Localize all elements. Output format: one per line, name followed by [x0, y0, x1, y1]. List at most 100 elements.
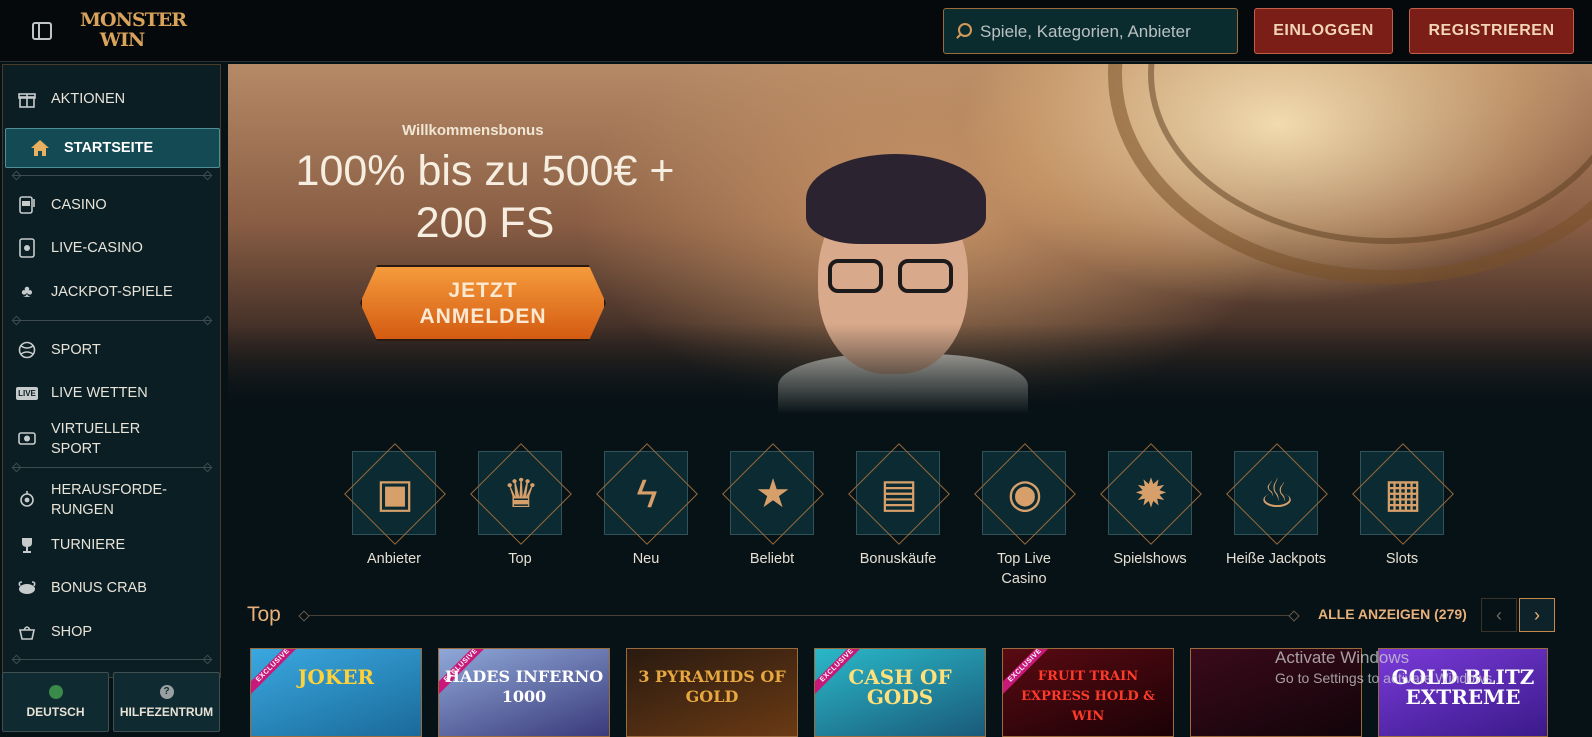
sidebar-item-startseite[interactable]: STARTSEITE — [5, 128, 220, 168]
category-top[interactable]: ♛ Top — [470, 451, 570, 569]
view-all-link[interactable]: ALLE ANZEIGEN (279) — [1318, 606, 1467, 622]
sidebar-divider — [13, 320, 211, 321]
chevron-right-icon: › — [1534, 605, 1540, 625]
lightning-icon: ϟ — [636, 471, 658, 516]
category-label: Slots — [1385, 551, 1419, 567]
sidebar-toggle-icon[interactable] — [32, 22, 52, 40]
sidebar-item-label: LIVE-CASINO — [51, 240, 143, 256]
logo-line1: MONSTER — [80, 9, 187, 31]
category-anbieter[interactable]: ▣ Anbieter — [344, 451, 444, 569]
sidebar-item-label: LIVE WETTEN — [51, 385, 148, 401]
category-heisse-jackpots[interactable]: ♨ Heiße Jackpots — [1226, 451, 1326, 569]
sidebar-divider — [13, 175, 211, 176]
globe-icon — [48, 685, 63, 699]
sidebar-item-label: SHOP — [51, 624, 93, 640]
language-label: DEUTSCH — [26, 705, 85, 719]
crab-icon — [17, 578, 37, 598]
sidebar-item-casino[interactable]: CASINO — [17, 195, 217, 215]
sidebar-item-label: SPORT — [51, 342, 101, 358]
category-beliebt[interactable]: ★ Beliebt — [722, 451, 822, 569]
section-divider — [300, 615, 1298, 616]
carousel-next-button[interactable]: › — [1519, 598, 1555, 632]
game-title: JOKER — [297, 665, 375, 689]
sidebar-item-live-casino[interactable]: LIVE-CASINO — [17, 238, 217, 258]
sidebar-item-label: VIRTUELLER SPORT — [51, 421, 141, 457]
sidebar-item-aktionen[interactable]: AKTIONEN — [17, 89, 217, 109]
chevron-left-icon: ‹ — [1496, 605, 1502, 625]
sidebar-item-label: BONUS CRAB — [51, 580, 147, 596]
sidebar-divider — [13, 467, 211, 468]
sidebar-item-turniere[interactable]: TURNIERE — [17, 535, 217, 555]
flame-icon: ♨ — [1259, 472, 1295, 516]
sidebar-item-bonus-crab[interactable]: BONUS CRAB — [17, 578, 217, 598]
game-title: FRUIT TRAIN EXPRESS HOLD & WIN — [1021, 669, 1155, 724]
slot-machine-icon — [17, 195, 37, 215]
register-now-button[interactable]: JETZT ANMELDEN — [360, 265, 606, 341]
category-top-live-casino[interactable]: ◉ Top Live Casino — [974, 451, 1074, 589]
game-title: HADES INFERNO 1000 — [444, 667, 604, 706]
game-card[interactable]: EXCLUSIVE CASH OF GODS — [814, 648, 986, 737]
book-icon: ▣ — [376, 472, 414, 516]
trophy-icon — [17, 535, 37, 555]
wheel-icon: ✹ — [1134, 472, 1168, 516]
ball-icon — [17, 340, 37, 360]
gift-box-icon: ▤ — [880, 472, 918, 516]
cta-line1: JETZT — [448, 279, 518, 302]
sidebar: AKTIONEN STARTSEITE CASINO LIVE-CASINO ♣… — [2, 64, 221, 678]
sidebar-item-label: AKTIONEN — [51, 91, 126, 107]
category-spielshows[interactable]: ✹ Spielshows — [1100, 451, 1200, 569]
category-slots[interactable]: ▦ Slots — [1352, 451, 1452, 569]
logo-line2: WIN — [99, 29, 146, 51]
category-label: Beliebt — [749, 551, 795, 567]
sidebar-item-label: TURNIERE — [51, 537, 126, 553]
slot-icon: ▦ — [1384, 472, 1422, 516]
crown-icon: ♛ — [503, 472, 539, 516]
search-box[interactable] — [943, 8, 1238, 54]
language-button[interactable]: DEUTSCH — [2, 672, 109, 732]
category-neu[interactable]: ϟ Neu — [596, 451, 696, 569]
section-title: Top — [247, 603, 281, 626]
game-card[interactable]: EXCLUSIVE FRUIT TRAIN EXPRESS HOLD & WIN — [1002, 648, 1174, 737]
search-input[interactable] — [980, 21, 1230, 43]
game-card[interactable]: 3 PYRAMIDS OF GOLD — [626, 648, 798, 737]
help-label: HILFEZENTRUM — [119, 705, 214, 719]
category-label: Neu — [632, 551, 660, 567]
promo-title: 100% bis zu 500€ + 200 FS — [295, 147, 675, 247]
live-badge: LIVE — [16, 386, 38, 400]
virtual-sport-icon — [17, 429, 37, 449]
chip-icon: ◉ — [1007, 472, 1043, 516]
watermark-line1: Activate Windows — [1275, 648, 1410, 667]
carousel-prev-button[interactable]: ‹ — [1481, 598, 1517, 632]
challenge-icon — [17, 490, 37, 510]
sidebar-item-shop[interactable]: SHOP — [17, 622, 217, 642]
help-icon: ? — [159, 685, 174, 699]
category-bonuskaeufe[interactable]: ▤ Bonuskäufe — [848, 451, 948, 569]
gift-icon — [17, 89, 37, 109]
live-icon: LIVE — [16, 383, 38, 403]
sidebar-item-jackpot-spiele[interactable]: ♣ JACKPOT-SPIELE — [17, 282, 217, 302]
cards-icon — [17, 238, 37, 258]
sidebar-item-label: JACKPOT-SPIELE — [51, 284, 173, 300]
sidebar-item-virtueller-sport[interactable]: VIRTUELLER SPORT — [17, 419, 217, 459]
help-center-button[interactable]: ? HILFEZENTRUM — [113, 672, 220, 732]
sidebar-item-sport[interactable]: SPORT — [17, 340, 217, 360]
category-label: Heiße Jackpots — [1226, 551, 1326, 567]
clover-icon: ♣ — [21, 282, 33, 301]
sidebar-divider — [13, 659, 211, 660]
logo[interactable]: MONSTER WIN — [80, 9, 187, 54]
sidebar-item-herausforderungen[interactable]: HERAUSFORDE-RUNGEN — [17, 480, 217, 520]
star-icon: ★ — [755, 472, 791, 516]
register-button[interactable]: REGISTRIEREN — [1409, 8, 1574, 54]
category-label: Spielshows — [1113, 551, 1187, 567]
category-label: Top Live Casino — [996, 551, 1051, 587]
game-card[interactable]: EXCLUSIVE HADES INFERNO 1000 — [438, 648, 610, 737]
game-card[interactable]: EXCLUSIVE JOKER — [250, 648, 422, 737]
windows-activation-watermark: Activate Windows Go to Settings to activ… — [1275, 648, 1496, 686]
category-label: Anbieter — [366, 551, 421, 567]
basket-icon — [17, 622, 37, 642]
game-title: CASH OF GODS — [848, 665, 952, 709]
sidebar-item-label: HERAUSFORDE-RUNGEN — [51, 482, 168, 518]
sidebar-item-live-wetten[interactable]: LIVE LIVE WETTEN — [16, 383, 217, 403]
game-title: 3 PYRAMIDS OF GOLD — [638, 667, 786, 706]
login-button[interactable]: EINLOGGEN — [1254, 8, 1393, 54]
